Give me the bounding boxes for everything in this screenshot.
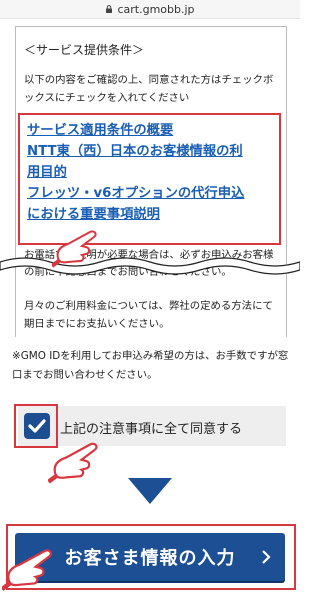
gmo-id-note: ※GMO IDを利用してお申込み希望の方は、お手数ですが窓口までお問い合わせくだ… (12, 350, 289, 381)
link-service-terms-summary[interactable]: サービス適用条件の概要 (27, 120, 277, 141)
link-flets-v6-option-line2[interactable]: における重要事項説明 (27, 204, 277, 225)
submit-label: お客さま情報の入力 (64, 548, 236, 569)
link-ntt-customer-info-line1[interactable]: NTT東（西）日本のお客様情報の利 (27, 141, 277, 162)
lock-icon (106, 5, 113, 13)
torn-edge-divider (0, 257, 300, 275)
conditions-heading: ＜サービス提供条件＞ (24, 43, 145, 57)
conditions-links: サービス適用条件の概要 NTT東（西）日本のお客様情報の利 用目的 フレッツ・v… (27, 120, 277, 225)
checkmark-icon (28, 419, 46, 433)
link-flets-v6-option-line1[interactable]: フレッツ・v6オプションの代行申込 (27, 183, 277, 204)
agree-checkbox[interactable] (24, 413, 50, 439)
links-highlight-frame: サービス適用条件の概要 NTT東（西）日本のお客様情報の利 用目的 フレッツ・v… (18, 113, 281, 245)
pointing-hand-icon (2, 549, 52, 591)
link-ntt-customer-info-line2[interactable]: 用目的 (27, 162, 277, 183)
conditions-intro: 以下の内容をご確認の上、同意された方はチェックボックスにチェックを入れてください (24, 74, 274, 104)
service-conditions-box: ＜サービス提供条件＞ 以下の内容をご確認の上、同意された方はチェックボックスにチ… (15, 26, 287, 337)
chevron-right-icon (262, 550, 271, 564)
browser-url-bar[interactable]: cart.gmobb.jp (0, 0, 300, 19)
url-text: cart.gmobb.jp (117, 2, 195, 16)
agree-label[interactable]: 上記の注意事項に全て同意する (60, 418, 242, 437)
pointing-hand-icon (52, 230, 97, 268)
payment-note: 月々のご利用料金については、弊社の定める方法にて期日までにお支払いください。 (24, 300, 273, 330)
pointing-hand-icon (48, 442, 98, 484)
down-arrow-icon (128, 478, 172, 504)
